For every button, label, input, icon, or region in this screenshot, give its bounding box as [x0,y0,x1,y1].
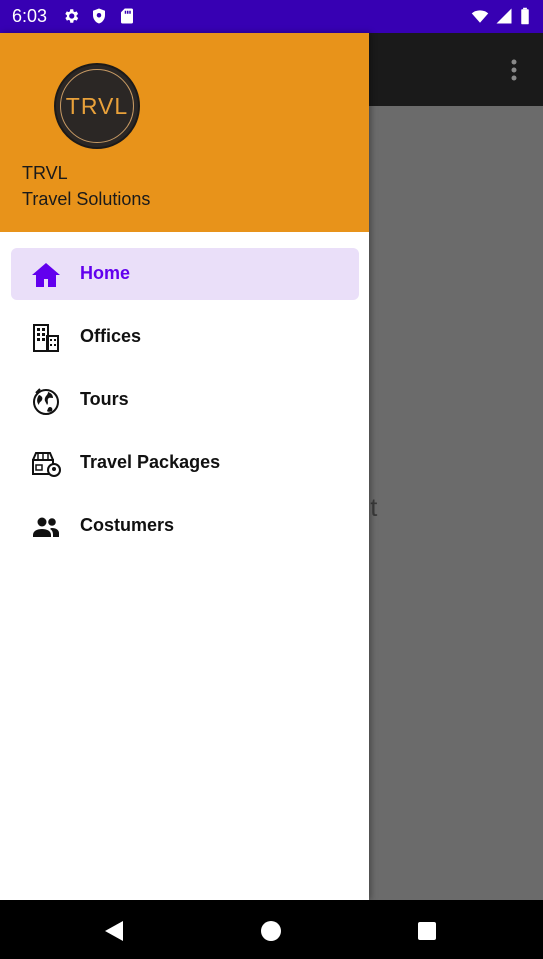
menu-label-home: Home [80,263,131,283]
header-subtitle: Travel Solutions [22,189,151,209]
menu-item-tours[interactable]: Tours [11,374,359,426]
menu-label-costumers: Costumers [80,515,175,535]
office-building-icon [33,324,59,352]
recents-icon[interactable] [418,922,436,940]
menu-item-offices[interactable]: Offices [11,311,359,363]
people-icon [33,517,59,537]
sd-card-icon [121,8,133,24]
header-title: TRVL [22,163,68,183]
logo-text: TRVL [65,93,129,119]
drawer-header: TRVL TRVL Travel Solutions [0,33,369,232]
trvl-logo: TRVL [54,63,140,149]
status-right-icons [471,7,531,25]
globe-icon [33,388,59,415]
navigation-drawer: TRVL TRVL Travel Solutions Home Offices [0,33,369,900]
menu-item-costumers[interactable]: Costumers [11,500,359,552]
wifi-icon [471,10,489,23]
home-icon [32,263,60,287]
menu-item-home[interactable]: Home [11,248,359,300]
status-time: 6:03 [12,6,48,26]
settings-gear-icon [65,9,79,23]
menu-label-travel-packages: Travel Packages [80,452,221,472]
back-icon[interactable] [104,920,124,942]
system-nav-bar [0,900,543,959]
travel-package-icon [32,452,61,477]
menu-label-tours: Tours [80,389,129,409]
home-circle-icon[interactable] [261,921,281,941]
signal-icon [496,8,512,24]
status-left-icons [62,7,136,25]
menu-label-offices: Offices [80,326,142,346]
menu-item-travel-packages[interactable]: Travel Packages [11,437,359,489]
battery-icon [521,7,529,25]
shield-icon [93,8,105,24]
status-bar: 6:03 [0,0,543,33]
